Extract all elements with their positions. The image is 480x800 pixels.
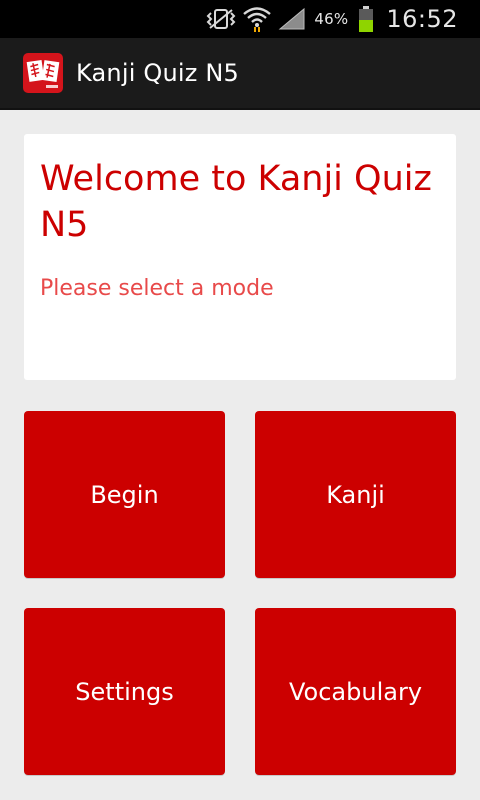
kanji-button[interactable]: Kanji	[255, 411, 456, 578]
clock: 16:52	[386, 5, 458, 33]
signal-icon	[278, 7, 306, 31]
battery-icon	[358, 5, 374, 33]
begin-button[interactable]: Begin	[24, 411, 225, 578]
vocabulary-button[interactable]: Vocabulary	[255, 608, 456, 775]
vibrate-icon	[206, 8, 236, 30]
battery-percent: 46%	[314, 10, 349, 28]
wifi-icon	[242, 5, 272, 33]
kanji-app-icon[interactable]	[22, 52, 64, 94]
welcome-card: Welcome to Kanji Quiz N5 Please select a…	[24, 134, 456, 380]
welcome-subtitle: Please select a mode	[40, 276, 274, 301]
app-title: Kanji Quiz N5	[76, 59, 240, 87]
settings-button[interactable]: Settings	[24, 608, 225, 775]
status-bar: 46% 16:52	[0, 0, 480, 38]
action-bar: Kanji Quiz N5	[0, 38, 480, 110]
welcome-title: Welcome to Kanji Quiz N5	[40, 159, 432, 245]
